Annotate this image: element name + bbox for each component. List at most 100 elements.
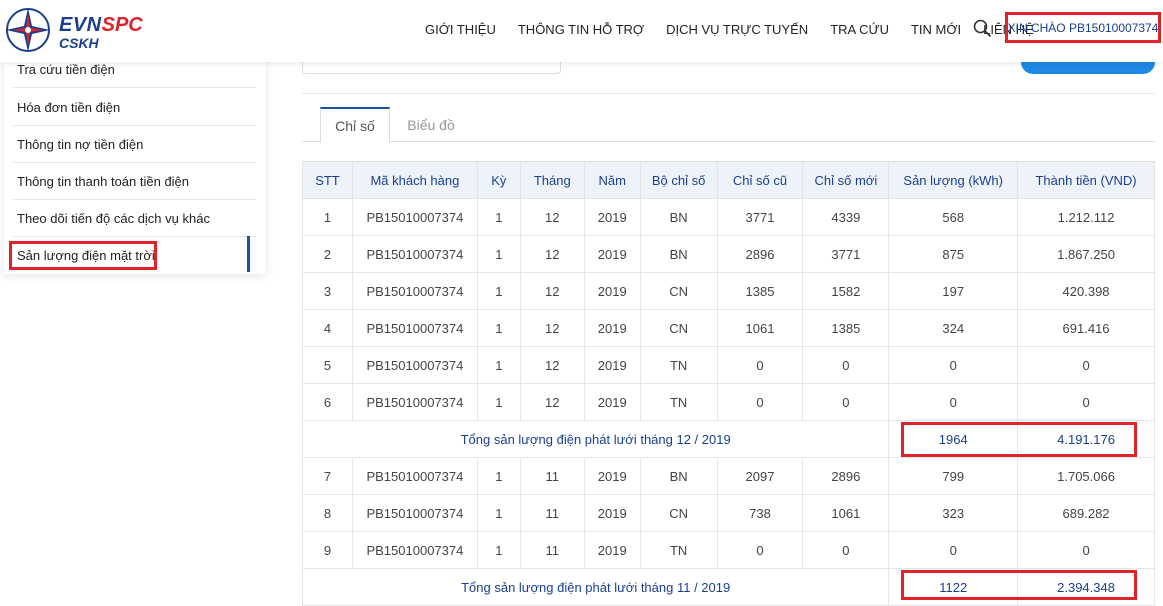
table-cell: 420.398 (1017, 272, 1155, 310)
table-cell: TN (639, 383, 718, 421)
table-cell: 0 (802, 346, 890, 384)
table-cell: 0 (1017, 383, 1155, 421)
logo-wordmark: EVNSPC (59, 14, 143, 37)
nav-tra-cuu[interactable]: TRA CỨU (830, 22, 889, 37)
table-cell: 2896 (716, 235, 804, 273)
table-cell: 1385 (802, 309, 890, 347)
col-header-ky: Kỳ (476, 161, 521, 199)
table-cell: 0 (1017, 531, 1155, 569)
nav-tin-moi[interactable]: TIN MỚI (911, 22, 961, 37)
summary-row: Tổng sản lượng điện phát lưới tháng 12 /… (301, 420, 1155, 458)
table-cell: 2019 (583, 494, 641, 532)
table-row: 4 PB15010007374 1 12 2019 CN 1061 1385 324 691.41… (302, 309, 1155, 347)
table-cell: 875 (888, 235, 1019, 273)
logo-cskh: CSKH (59, 35, 99, 51)
divider (302, 93, 1155, 94)
user-greeting[interactable]: XIN CHÀO PB15010007374 (1005, 12, 1161, 43)
table-cell: 323 (888, 494, 1019, 532)
table-cell: BN (639, 198, 718, 236)
table-cell: 0 (716, 383, 804, 421)
table-row: 7 PB15010007374 1 11 2019 BN 2097 2896 799 1.705.… (302, 457, 1155, 495)
table-cell: 8 (302, 494, 353, 532)
sidebar-menu: Tra cứu tiền điện Hóa đơn tiền điện Thôn… (4, 52, 266, 274)
sidebar-item-thong-tin-no[interactable]: Thông tin nợ tiền điện (13, 126, 256, 163)
table-cell: 0 (888, 346, 1019, 384)
table-cell: 2019 (583, 235, 641, 273)
table-cell: CN (639, 309, 718, 347)
tab-chi-so[interactable]: Chỉ số (320, 107, 390, 143)
table-cell: 1 (476, 457, 521, 495)
table-cell: 2019 (583, 272, 641, 310)
summary-vnd: 2.394.348 (1017, 568, 1155, 606)
table-row: 5 PB15010007374 1 12 2019 TN 0 0 0 0 (302, 346, 1155, 384)
table-cell: 11 (519, 494, 585, 532)
table-cell: 324 (888, 309, 1019, 347)
evn-spc-logo[interactable]: EVNSPC CSKH (4, 4, 144, 54)
table-cell: 1061 (802, 494, 890, 532)
table-cell: 1 (302, 198, 353, 236)
table-cell: 691.416 (1017, 309, 1155, 347)
col-header-nam: Năm (583, 161, 641, 199)
table-cell: 0 (716, 531, 804, 569)
table-cell: 1 (476, 198, 521, 236)
nav-thong-tin-ho-tro[interactable]: THÔNG TIN HỖ TRỢ (518, 22, 644, 37)
search-icon[interactable] (972, 18, 992, 38)
summary-vnd: 4.191.176 (1017, 420, 1155, 458)
main-nav: GIỚI THIỆU THÔNG TIN HỖ TRỢ DỊCH VỤ TRỰC… (414, 0, 1045, 58)
table-cell: 12 (519, 272, 585, 310)
table-cell: CN (639, 272, 718, 310)
sidebar-active-highlight (9, 241, 157, 270)
summary-label: Tổng sản lượng điện phát lưới tháng 11 /… (301, 568, 890, 606)
table-cell: 12 (519, 235, 585, 273)
table-cell: 1.867.250 (1017, 235, 1155, 273)
table-cell: 11 (519, 531, 585, 569)
table-body: 1 PB15010007374 1 12 2019 BN 3771 4339 568 1.212.… (301, 198, 1155, 606)
table-cell: 4 (302, 309, 353, 347)
summary-kwh: 1122 (888, 568, 1019, 606)
table-cell: PB15010007374 (351, 531, 478, 569)
sidebar-item-thong-tin-thanh-toan[interactable]: Thông tin thanh toán tiền điện (13, 163, 256, 200)
table-cell: PB15010007374 (351, 309, 478, 347)
sidebar-item-hoa-don-tien-dien[interactable]: Hóa đơn tiền điện (13, 89, 256, 126)
table-row: 1 PB15010007374 1 12 2019 BN 3771 4339 568 1.212.… (302, 198, 1155, 236)
table-cell: 0 (716, 346, 804, 384)
col-header-ma-khach-hang: Mã khách hàng (351, 161, 478, 199)
table-cell: BN (639, 235, 718, 273)
table-cell: 2896 (802, 457, 890, 495)
col-header-chi-so-cu: Chỉ số cũ (716, 161, 804, 199)
tab-bieu-do[interactable]: Biểu đồ (396, 107, 466, 142)
table-cell: PB15010007374 (351, 346, 478, 384)
nav-gioi-thieu[interactable]: GIỚI THIỆU (425, 22, 496, 37)
table-row: 2 PB15010007374 1 12 2019 BN 2896 3771 875 1.867.… (302, 235, 1155, 273)
table-cell: 1 (476, 531, 521, 569)
table-cell: 1582 (802, 272, 890, 310)
table-cell: 2019 (583, 531, 641, 569)
table-cell: 0 (802, 531, 890, 569)
table-cell: PB15010007374 (351, 383, 478, 421)
table-cell: 3771 (802, 235, 890, 273)
col-header-thang: Tháng (519, 161, 585, 199)
table-cell: 9 (302, 531, 353, 569)
summary-kwh: 1964 (888, 420, 1019, 458)
nav-dich-vu-truc-tuyen[interactable]: DỊCH VỤ TRỰC TUYẾN (666, 22, 808, 37)
table-cell: 1 (476, 383, 521, 421)
table-cell: 1 (476, 494, 521, 532)
table-row: 9 PB15010007374 1 11 2019 TN 0 0 0 0 (302, 531, 1155, 569)
table-cell: 568 (888, 198, 1019, 236)
col-header-san-luong: Sản lượng (kWh) (888, 161, 1019, 199)
summary-row: Tổng sản lượng điện phát lưới tháng 11 /… (301, 568, 1155, 606)
table-cell: 738 (716, 494, 804, 532)
table-cell: 2019 (583, 198, 641, 236)
site-header: EVNSPC CSKH GIỚI THIỆU THÔNG TIN HỖ TRỢ … (0, 0, 1163, 62)
table-cell: 1 (476, 309, 521, 347)
col-header-chi-so-moi: Chỉ số mới (802, 161, 890, 199)
table-header-row: STT Mã khách hàng Kỳ Tháng Năm Bộ chỉ số… (302, 161, 1155, 199)
table-cell: 1385 (716, 272, 804, 310)
table-cell: 0 (1017, 346, 1155, 384)
table-cell: 11 (519, 457, 585, 495)
table-row: 6 PB15010007374 1 12 2019 TN 0 0 0 0 (302, 383, 1155, 421)
sidebar-item-theo-doi-tien-do[interactable]: Theo dõi tiến độ các dịch vụ khác (13, 200, 256, 237)
meter-reading-table: STT Mã khách hàng Kỳ Tháng Năm Bộ chỉ số… (301, 161, 1155, 606)
table-cell: 1.212.112 (1017, 198, 1155, 236)
table-cell: 0 (888, 531, 1019, 569)
